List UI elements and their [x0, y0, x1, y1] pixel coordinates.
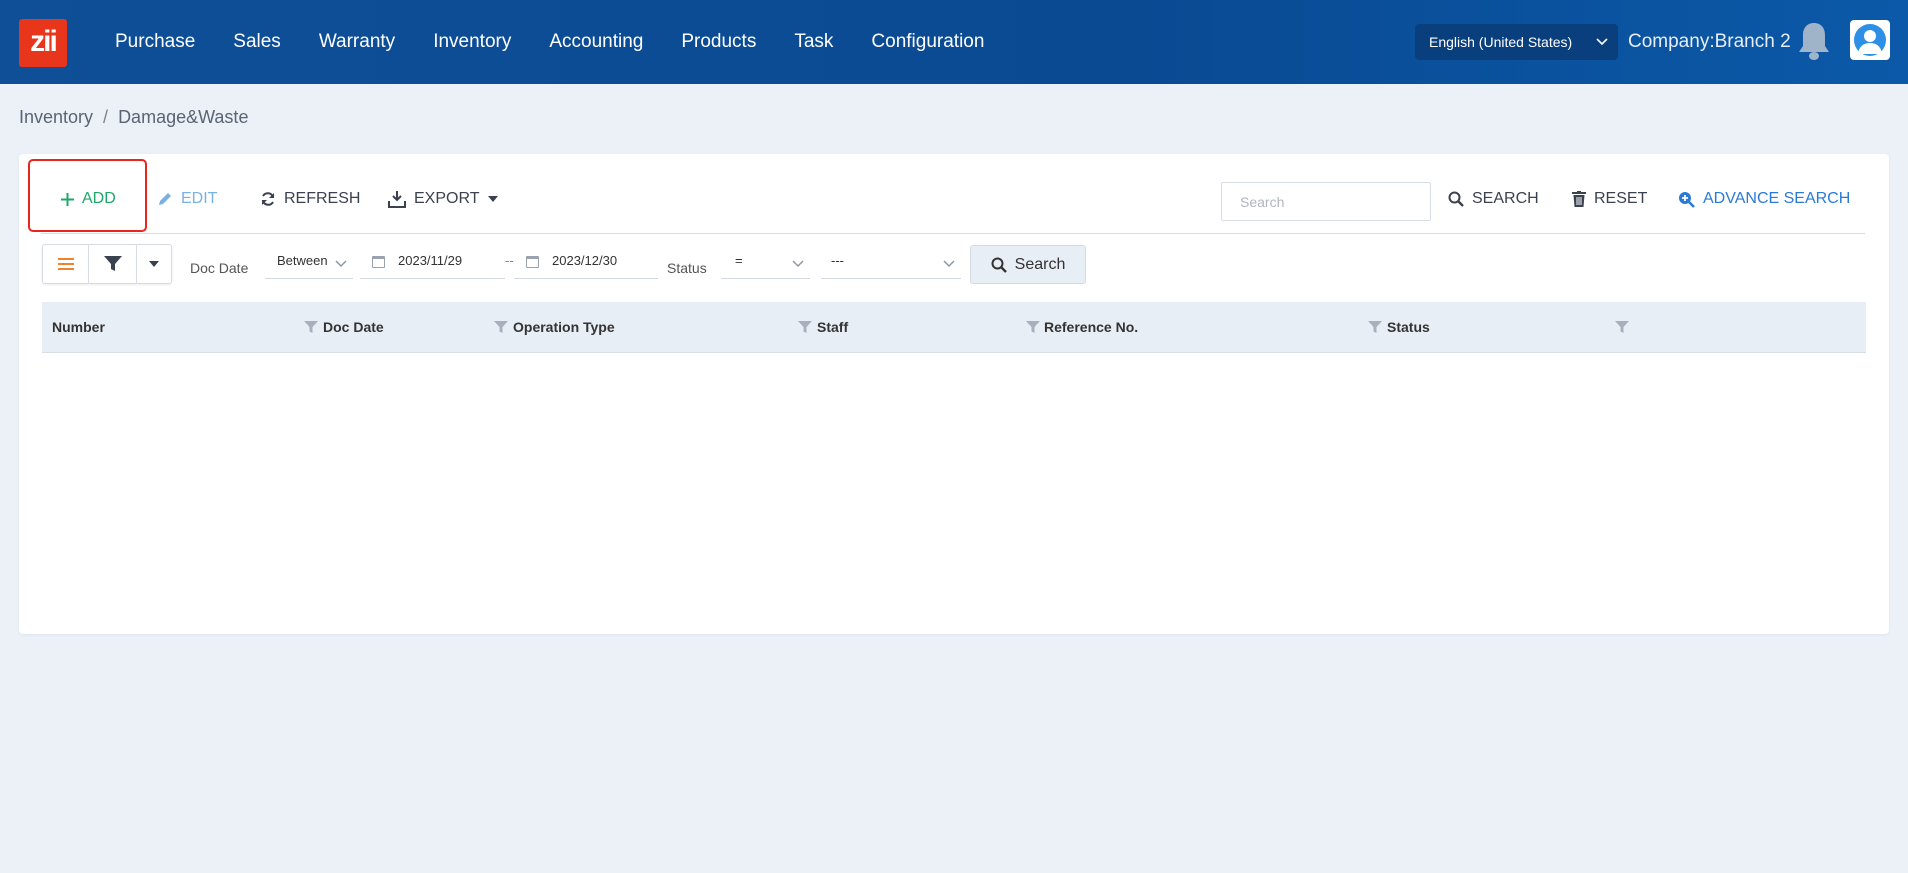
chevron-down-icon	[335, 252, 347, 276]
nav-item-inventory[interactable]: Inventory	[414, 31, 530, 53]
add-label: ADD	[82, 190, 116, 207]
column-header-staff[interactable]: Staff	[817, 302, 848, 353]
breadcrumb-current: Damage&Waste	[118, 107, 249, 127]
column-header-number[interactable]: Number	[52, 302, 105, 353]
date-from-value: 2023/11/29	[398, 253, 463, 268]
list-icon	[57, 258, 74, 270]
table-header: Number Doc Date Operation Type Staff Ref…	[42, 302, 1866, 353]
date-from-input[interactable]: 2023/11/29	[360, 249, 505, 279]
breadcrumb-separator: /	[103, 107, 109, 127]
nav-item-configuration[interactable]: Configuration	[852, 31, 1003, 53]
search-icon	[991, 257, 1007, 273]
main-card: ADD EDIT REFRESH EXPORT Search SEARCH RE…	[19, 154, 1889, 634]
refresh-label: REFRESH	[284, 190, 361, 207]
search-input[interactable]	[1221, 182, 1431, 221]
view-options-group	[42, 244, 172, 284]
main-menu: Purchase Sales Warranty Inventory Accoun…	[96, 0, 1003, 84]
doc-date-operator-value: Between	[277, 253, 328, 268]
calendar-icon	[372, 256, 385, 268]
download-icon	[388, 191, 406, 208]
search-plus-icon	[1679, 191, 1695, 208]
edit-label: EDIT	[181, 190, 218, 207]
edit-button[interactable]: EDIT	[157, 190, 217, 208]
reset-button[interactable]: RESET	[1572, 190, 1647, 208]
reset-label: RESET	[1594, 190, 1648, 207]
toolbar: ADD EDIT REFRESH EXPORT Search SEARCH RE…	[19, 154, 1889, 234]
column-filter-icon[interactable]	[494, 320, 508, 334]
column-header-status[interactable]: Status	[1387, 302, 1430, 353]
language-value: English (United States)	[1429, 34, 1573, 50]
chevron-down-icon	[1596, 24, 1608, 60]
date-to-value: 2023/12/30	[552, 253, 618, 268]
nav-item-purchase[interactable]: Purchase	[96, 31, 214, 53]
chevron-down-icon	[792, 252, 804, 276]
nav-item-products[interactable]: Products	[662, 31, 775, 53]
bell-icon[interactable]	[1795, 20, 1833, 62]
date-range-separator: --	[505, 253, 514, 268]
user-icon	[1854, 24, 1886, 56]
column-filter-icon[interactable]	[1026, 320, 1040, 334]
doc-date-operator-select[interactable]: Between	[265, 249, 353, 279]
status-value: ---	[831, 253, 844, 268]
column-filter-icon[interactable]	[798, 320, 812, 334]
breadcrumb-inventory[interactable]: Inventory	[19, 107, 93, 127]
add-button[interactable]: ADD	[61, 190, 116, 208]
filter-button[interactable]	[89, 245, 137, 283]
toolbar-divider	[41, 233, 1865, 234]
nav-item-warranty[interactable]: Warranty	[300, 31, 414, 53]
status-operator-value: =	[735, 253, 743, 268]
filter-dropdown-button[interactable]	[137, 245, 171, 283]
filter-search-button[interactable]: Search	[970, 245, 1086, 284]
search-icon	[1448, 191, 1464, 207]
nav-item-task[interactable]: Task	[775, 31, 852, 53]
status-operator-select[interactable]: =	[721, 249, 810, 279]
status-value-select[interactable]: ---	[821, 249, 961, 279]
company-branch-label[interactable]: Company:Branch 2	[1628, 31, 1791, 53]
column-header-operation-type[interactable]: Operation Type	[513, 302, 615, 353]
filter-search-label: Search	[1014, 255, 1066, 273]
column-filter-icon[interactable]	[1615, 320, 1629, 334]
column-filter-icon[interactable]	[304, 320, 318, 334]
filter-icon	[103, 256, 122, 271]
column-header-reference-no[interactable]: Reference No.	[1044, 302, 1138, 353]
language-select[interactable]: English (United States)	[1415, 24, 1618, 60]
caret-down-icon	[149, 261, 159, 267]
export-label: EXPORT	[414, 190, 480, 207]
user-avatar[interactable]	[1850, 20, 1890, 60]
status-filter-label: Status	[667, 260, 707, 276]
refresh-button[interactable]: REFRESH	[260, 190, 360, 208]
trash-icon	[1572, 191, 1586, 207]
pencil-icon	[159, 193, 171, 205]
export-button[interactable]: EXPORT	[388, 190, 498, 208]
breadcrumb: Inventory / Damage&Waste	[19, 107, 248, 128]
top-navigation-bar: zii Purchase Sales Warranty Inventory Ac…	[0, 0, 1908, 84]
list-view-button[interactable]	[43, 245, 89, 283]
column-header-doc-date[interactable]: Doc Date	[323, 302, 384, 353]
refresh-icon	[262, 192, 274, 206]
advance-search-button[interactable]: ADVANCE SEARCH	[1678, 190, 1850, 208]
advance-search-label: ADVANCE SEARCH	[1703, 190, 1851, 207]
search-button[interactable]: SEARCH	[1448, 190, 1539, 208]
caret-down-icon	[487, 196, 498, 202]
column-filter-icon[interactable]	[1368, 320, 1382, 334]
calendar-icon	[526, 256, 539, 268]
doc-date-filter-label: Doc Date	[190, 260, 249, 276]
nav-item-sales[interactable]: Sales	[214, 31, 300, 53]
date-to-input[interactable]: 2023/12/30	[514, 249, 658, 279]
nav-item-accounting[interactable]: Accounting	[530, 31, 662, 53]
app-logo[interactable]: zii	[19, 19, 67, 67]
plus-icon	[61, 192, 74, 206]
chevron-down-icon	[943, 252, 955, 276]
search-label: SEARCH	[1472, 190, 1539, 207]
